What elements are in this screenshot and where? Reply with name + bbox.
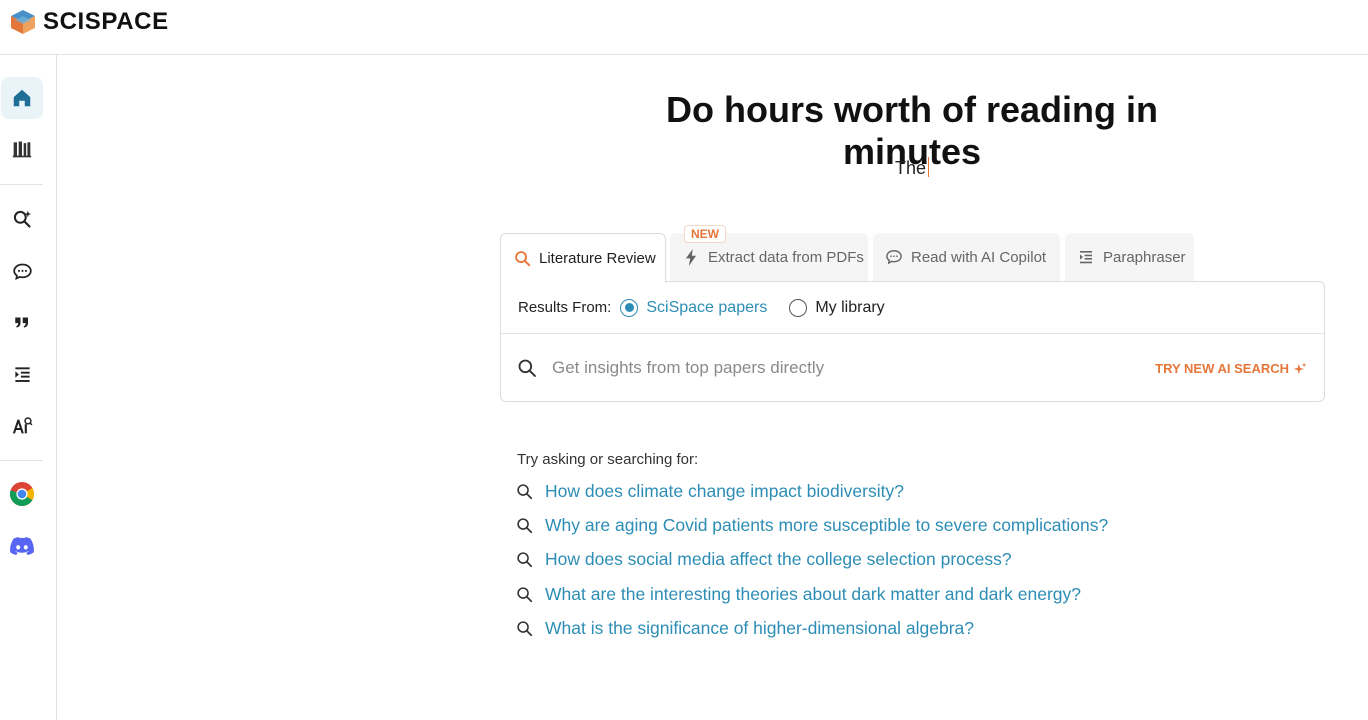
suggestion-text: How does social media affect the college…: [545, 549, 1012, 569]
typing-text: The: [895, 158, 927, 178]
suggestion-text: How does climate change impact biodivers…: [545, 481, 904, 501]
suggestion-text: What are the interesting theories about …: [545, 584, 1081, 604]
search-input[interactable]: [552, 354, 1112, 382]
discord-icon: [10, 537, 34, 555]
scispace-logo[interactable]: SCISPACE: [9, 8, 169, 36]
search-icon: [516, 620, 534, 638]
tab-label: Literature Review: [539, 250, 656, 267]
sidebar-item-chrome-extension[interactable]: [1, 473, 43, 515]
suggestion-item[interactable]: How does climate change impact biodivers…: [516, 481, 904, 502]
tab-ai-copilot[interactable]: Read with AI Copilot: [873, 233, 1060, 281]
results-from-label: Results From:: [518, 299, 612, 316]
brand-name: SCISPACE: [43, 8, 169, 35]
search-icon: [516, 483, 534, 501]
search-icon: [516, 551, 534, 569]
try-new-ai-search-button[interactable]: TRY NEW AI SEARCH: [1155, 361, 1307, 376]
new-badge: NEW: [684, 225, 726, 243]
paraphrase-icon: [1077, 248, 1095, 266]
scispace-logo-icon: [9, 8, 37, 36]
suggestion-item[interactable]: What is the significance of higher-dimen…: [516, 618, 974, 639]
suggestion-item[interactable]: How does social media affect the college…: [516, 549, 1012, 570]
chrome-extension-icon: [10, 482, 35, 507]
sidebar-item-home[interactable]: [1, 77, 43, 119]
home-icon: [13, 89, 31, 107]
top-header: SCISPACE: [0, 0, 1368, 55]
sidebar-item-library[interactable]: [1, 128, 43, 170]
sidebar-item-literature-search[interactable]: [1, 198, 43, 240]
search-icon: [516, 517, 534, 535]
literature-search-icon: [13, 210, 32, 228]
tab-paraphraser[interactable]: Paraphraser: [1065, 233, 1194, 281]
search-panel: Results From: SciSpace papers My library…: [500, 281, 1325, 402]
suggestion-text: What is the significance of higher-dimen…: [545, 618, 974, 638]
search-row: TRY NEW AI SEARCH: [501, 334, 1324, 401]
search-icon: [516, 586, 534, 604]
search-icon: [513, 250, 531, 268]
tab-label: Read with AI Copilot: [911, 248, 1047, 266]
suggestion-item[interactable]: What are the interesting theories about …: [516, 584, 1081, 605]
tab-literature-review[interactable]: Literature Review: [500, 233, 666, 283]
radio-my-library[interactable]: [789, 298, 808, 317]
sidebar-divider: [0, 460, 43, 461]
tab-label: Extract data from PDFs: [708, 248, 864, 266]
typing-animation-text: The: [895, 157, 930, 179]
try-ai-label: TRY NEW AI SEARCH: [1155, 361, 1289, 376]
sparkle-icon: [1293, 362, 1307, 374]
library-icon: [12, 141, 32, 158]
suggestion-item[interactable]: Why are aging Covid patients more suscep…: [516, 515, 1108, 536]
radio-scispace-papers[interactable]: [620, 298, 639, 317]
sidebar-item-ai-detector[interactable]: [1, 405, 43, 447]
ai-detector-icon: [12, 417, 33, 434]
bolt-icon: [682, 248, 700, 266]
option-scispace-papers[interactable]: SciSpace papers: [646, 299, 767, 317]
paraphrase-icon: [14, 366, 30, 382]
sidebar-item-discord[interactable]: [1, 525, 43, 567]
results-from-row: Results From: SciSpace papers My library: [501, 282, 1324, 334]
suggestions-label: Try asking or searching for:: [517, 451, 699, 468]
sidebar-divider: [0, 184, 43, 185]
option-my-library[interactable]: My library: [815, 299, 884, 317]
suggestion-text: Why are aging Covid patients more suscep…: [545, 515, 1109, 535]
chat-icon: [885, 248, 903, 266]
tab-label: Paraphraser: [1103, 248, 1186, 266]
sidebar-item-chat[interactable]: [1, 250, 43, 292]
chat-icon: [12, 263, 32, 280]
typing-caret: [928, 157, 930, 177]
sidebar: [0, 55, 57, 720]
search-icon: [517, 358, 537, 383]
sidebar-item-paraphraser[interactable]: [1, 353, 43, 395]
citation-quote-icon: [15, 317, 28, 328]
sidebar-item-citation[interactable]: [1, 301, 43, 343]
